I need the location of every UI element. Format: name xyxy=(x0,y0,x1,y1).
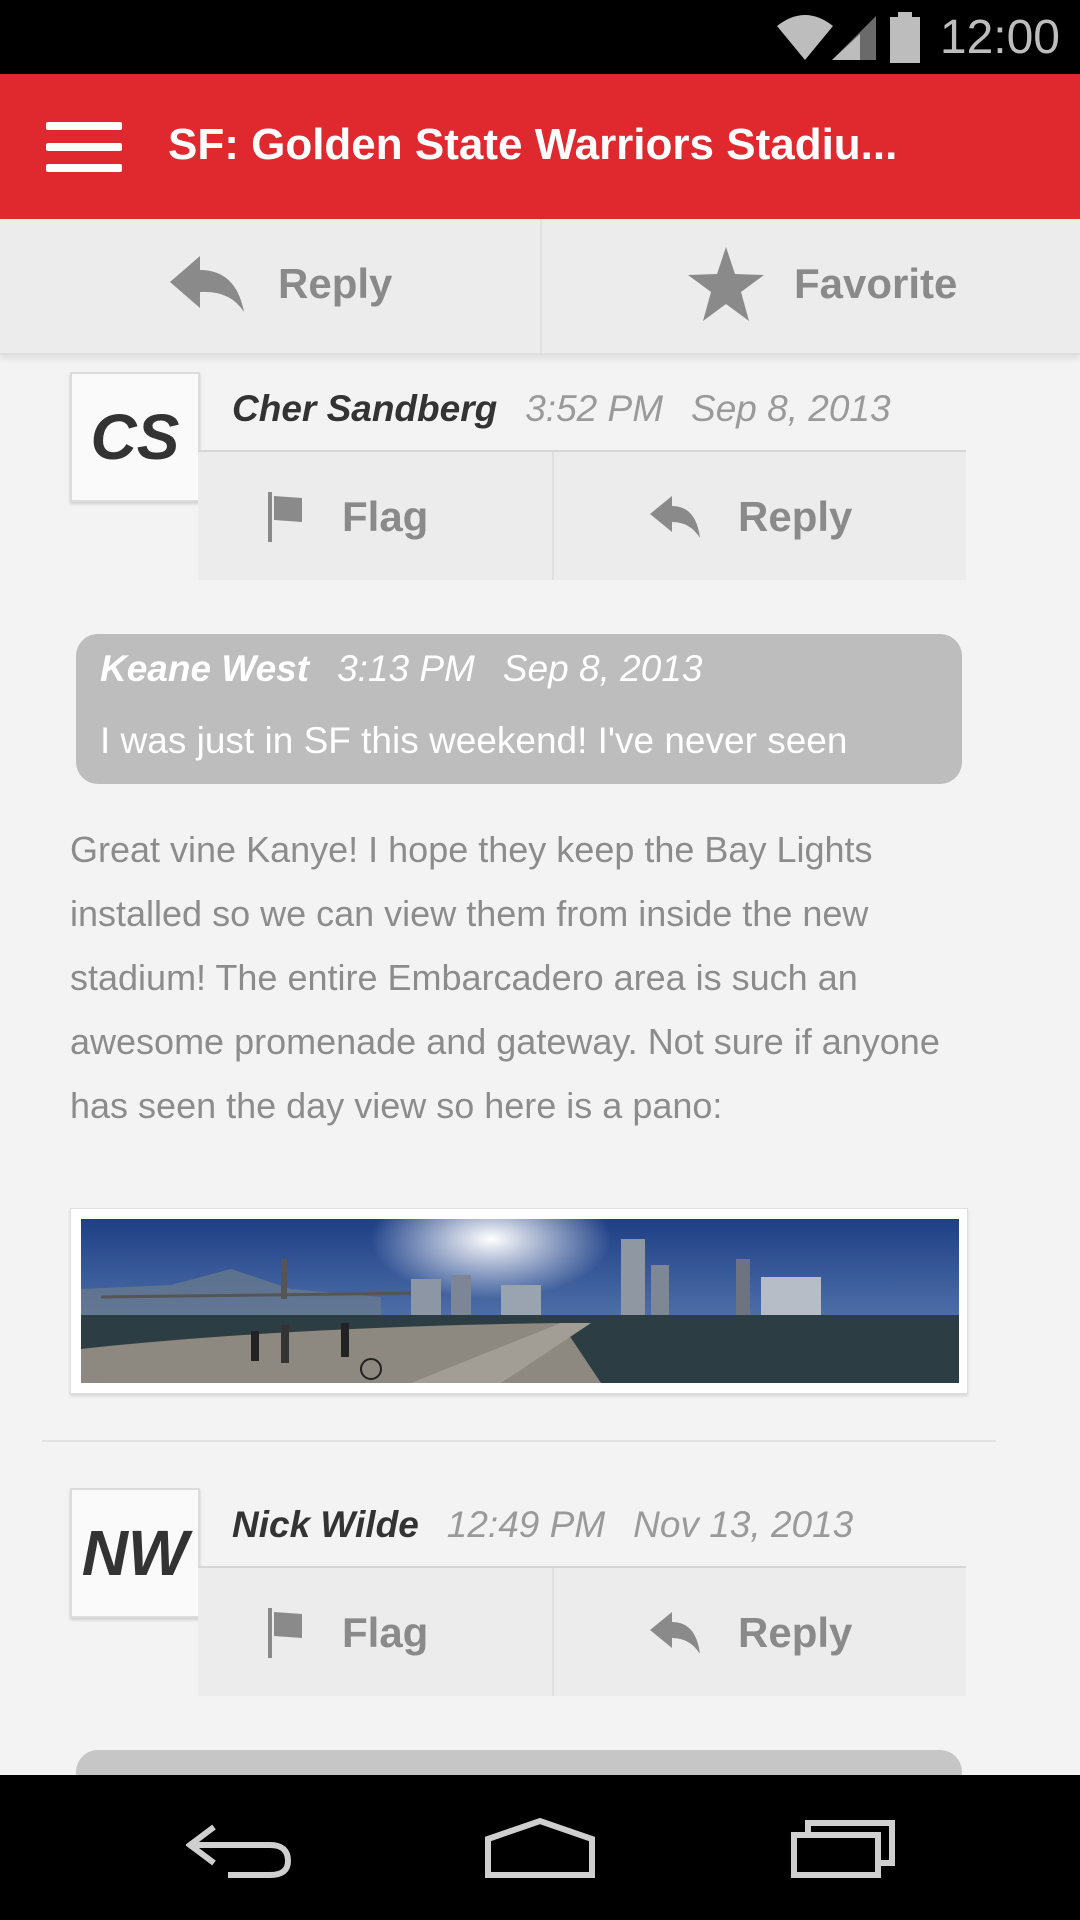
navigation-bar xyxy=(0,1775,1080,1920)
comment-actions: Flag Reply xyxy=(198,1566,966,1696)
comment-meta: Nick Wilde 12:49 PM Nov 13, 2013 xyxy=(232,1504,853,1546)
flag-button[interactable]: Flag xyxy=(266,1598,428,1668)
action-bar: Reply Favorite xyxy=(0,219,1080,355)
wifi-icon xyxy=(777,15,833,60)
divider xyxy=(42,1440,996,1442)
comment-date: Nov 13, 2013 xyxy=(633,1504,854,1545)
battery-icon xyxy=(890,12,920,63)
quoted-comment[interactable]: Keane West 3:13 PM Sep 8, 2013 I was just … xyxy=(76,634,962,784)
comment-time: 3:52 PM xyxy=(525,388,664,429)
signal-icon xyxy=(832,16,876,60)
menu-icon[interactable] xyxy=(46,122,122,172)
comment-body: Great vine Kanye! I hope they keep the B… xyxy=(70,829,940,1126)
home-icon[interactable] xyxy=(484,1817,596,1879)
reply-label: Reply xyxy=(738,1609,853,1656)
quote-meta: Keane West 3:13 PM Sep 8, 2013 xyxy=(100,648,702,690)
comment-time: 12:49 PM xyxy=(446,1504,606,1545)
comment-actions-divider xyxy=(552,1568,554,1696)
flag-icon xyxy=(268,492,302,542)
status-bar: 12:00 xyxy=(0,0,1080,74)
favorite-button[interactable]: Favorite xyxy=(688,247,958,321)
quote-text: I was just in SF this weekend! I've neve… xyxy=(100,720,848,761)
quote-author: Keane West xyxy=(100,648,310,689)
comment-author[interactable]: Cher Sandberg xyxy=(232,388,497,429)
comment-reply-button[interactable]: Reply xyxy=(650,1598,852,1668)
favorite-label: Favorite xyxy=(794,260,958,307)
star-icon xyxy=(688,247,764,321)
app-bar: SF: Golden State Warriors Stadiu... xyxy=(0,74,1080,219)
comment-meta: Cher Sandberg 3:52 PM Sep 8, 2013 xyxy=(232,388,891,430)
recents-icon[interactable] xyxy=(790,1819,896,1879)
back-icon[interactable] xyxy=(186,1823,292,1879)
flag-icon xyxy=(268,1608,302,1658)
reply-button[interactable]: Reply xyxy=(170,249,392,319)
panorama-image[interactable] xyxy=(70,1208,968,1394)
comment-date: Sep 8, 2013 xyxy=(691,388,891,429)
comment-actions-divider xyxy=(552,452,554,580)
reply-label: Reply xyxy=(278,260,393,307)
avatar[interactable]: NW xyxy=(70,1488,200,1618)
flag-label: Flag xyxy=(342,493,429,540)
reply-label: Reply xyxy=(738,493,853,540)
action-divider xyxy=(540,219,542,353)
quote-time: 3:13 PM xyxy=(337,648,475,689)
page-title: SF: Golden State Warriors Stadiu... xyxy=(168,120,898,169)
reply-icon xyxy=(170,256,244,312)
comment-author[interactable]: Nick Wilde xyxy=(232,1504,419,1545)
flag-button[interactable]: Flag xyxy=(266,482,428,552)
avatar[interactable]: CS xyxy=(70,372,200,502)
status-time: 12:00 xyxy=(939,11,1060,64)
flag-label: Flag xyxy=(342,1609,429,1656)
comment-reply-button[interactable]: Reply xyxy=(650,482,852,552)
reply-icon xyxy=(650,1612,700,1654)
quote-date: Sep 8, 2013 xyxy=(502,648,703,689)
reply-icon xyxy=(650,496,700,538)
comment-actions: Flag Reply xyxy=(198,450,966,580)
